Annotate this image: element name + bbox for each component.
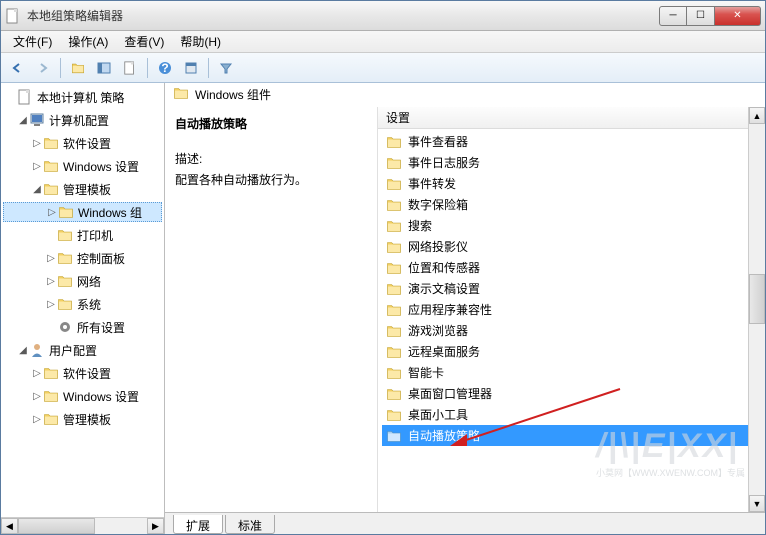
help-button[interactable]: ?: [153, 57, 177, 79]
titlebar: 本地组策略编辑器 ─ ☐ ✕: [1, 1, 765, 31]
list-item[interactable]: 应用程序兼容性: [382, 299, 761, 320]
tree-user-config[interactable]: ◢用户配置: [3, 340, 162, 360]
scroll-vthumb[interactable]: [749, 274, 765, 324]
menu-help[interactable]: 帮助(H): [172, 31, 229, 52]
menubar: 文件(F) 操作(A) 查看(V) 帮助(H): [1, 31, 765, 53]
forward-button[interactable]: [31, 57, 55, 79]
list-header[interactable]: 设置: [378, 107, 765, 129]
list-item[interactable]: 搜索: [382, 215, 761, 236]
list-item[interactable]: 自动播放策略: [382, 425, 761, 446]
tree-system[interactable]: ▷系统: [3, 294, 162, 314]
folder-icon: [386, 260, 402, 276]
detail-pane: Windows 组件 自动播放策略 描述: 配置各种自动播放行为。 设置 事件查…: [165, 83, 765, 534]
list-item[interactable]: 演示文稿设置: [382, 278, 761, 299]
tree-u-windows[interactable]: ▷Windows 设置: [3, 386, 162, 406]
tree-all-settings[interactable]: 所有设置: [3, 317, 162, 337]
tree-admin-templates[interactable]: ◢管理模板: [3, 179, 162, 199]
folder-icon: [386, 428, 402, 444]
tree-hscroll[interactable]: ◀ ▶: [1, 517, 164, 534]
scroll-left-icon[interactable]: ◀: [1, 518, 18, 534]
maximize-button[interactable]: ☐: [687, 6, 715, 26]
app-icon: [5, 8, 21, 24]
show-hide-tree-button[interactable]: [92, 57, 116, 79]
toolbar: ?: [1, 53, 765, 83]
desc-text: 配置各种自动播放行为。: [175, 171, 367, 188]
export-button[interactable]: [118, 57, 142, 79]
menu-action[interactable]: 操作(A): [60, 31, 116, 52]
tree-u-software[interactable]: ▷软件设置: [3, 363, 162, 383]
tree-network[interactable]: ▷网络: [3, 271, 162, 291]
minimize-button[interactable]: ─: [659, 6, 687, 26]
close-button[interactable]: ✕: [715, 6, 761, 26]
list-item[interactable]: 数字保险箱: [382, 194, 761, 215]
list-item[interactable]: 事件查看器: [382, 131, 761, 152]
up-button[interactable]: [66, 57, 90, 79]
folder-icon: [386, 386, 402, 402]
back-button[interactable]: [5, 57, 29, 79]
folder-icon: [386, 218, 402, 234]
scroll-up-icon[interactable]: ▲: [749, 107, 765, 124]
tree-control-panel[interactable]: ▷控制面板: [3, 248, 162, 268]
folder-icon: [386, 302, 402, 318]
tree-u-admin[interactable]: ▷管理模板: [3, 409, 162, 429]
list-item[interactable]: 桌面窗口管理器: [382, 383, 761, 404]
menu-file[interactable]: 文件(F): [5, 31, 60, 52]
folder-icon: [386, 176, 402, 192]
policy-tree[interactable]: 本地计算机 策略 ◢计算机配置 ▷软件设置 ▷Windows 设置 ◢管理模板 …: [1, 83, 164, 517]
path-label: Windows 组件: [195, 86, 271, 103]
svg-text:?: ?: [161, 61, 168, 75]
list-item[interactable]: 桌面小工具: [382, 404, 761, 425]
view-tabs: 扩展 标准: [165, 512, 765, 534]
menu-view[interactable]: 查看(V): [116, 31, 172, 52]
window-title: 本地组策略编辑器: [27, 7, 659, 24]
tree-pane: 本地计算机 策略 ◢计算机配置 ▷软件设置 ▷Windows 设置 ◢管理模板 …: [1, 83, 165, 534]
folder-icon: [386, 365, 402, 381]
list-item[interactable]: 智能卡: [382, 362, 761, 383]
list-vscroll[interactable]: ▲ ▼: [748, 107, 765, 512]
folder-icon: [386, 155, 402, 171]
scroll-thumb[interactable]: [18, 518, 95, 534]
scroll-right-icon[interactable]: ▶: [147, 518, 164, 534]
tree-printers[interactable]: 打印机: [3, 225, 162, 245]
list-item[interactable]: 远程桌面服务: [382, 341, 761, 362]
list-body[interactable]: 事件查看器事件日志服务事件转发数字保险箱搜索网络投影仪位置和传感器演示文稿设置应…: [378, 129, 765, 512]
list-item[interactable]: 位置和传感器: [382, 257, 761, 278]
folder-icon: [386, 344, 402, 360]
settings-list-pane: 设置 事件查看器事件日志服务事件转发数字保险箱搜索网络投影仪位置和传感器演示文稿…: [377, 107, 765, 512]
tree-software-settings[interactable]: ▷软件设置: [3, 133, 162, 153]
filter-button[interactable]: [214, 57, 238, 79]
main-window: 本地组策略编辑器 ─ ☐ ✕ 文件(F) 操作(A) 查看(V) 帮助(H) ?…: [0, 0, 766, 535]
folder-icon: [386, 407, 402, 423]
tab-extended[interactable]: 扩展: [173, 515, 223, 534]
scroll-down-icon[interactable]: ▼: [749, 495, 765, 512]
list-item[interactable]: 网络投影仪: [382, 236, 761, 257]
tab-standard[interactable]: 标准: [225, 515, 275, 534]
folder-icon: [386, 281, 402, 297]
tree-computer-config[interactable]: ◢计算机配置: [3, 110, 162, 130]
tree-windows-components[interactable]: ▷Windows 组: [3, 202, 162, 222]
description-pane: 自动播放策略 描述: 配置各种自动播放行为。: [165, 107, 377, 512]
properties-button[interactable]: [179, 57, 203, 79]
tree-root[interactable]: 本地计算机 策略: [3, 87, 162, 107]
folder-icon: [386, 134, 402, 150]
list-item[interactable]: 事件日志服务: [382, 152, 761, 173]
folder-icon: [386, 323, 402, 339]
tree-windows-settings[interactable]: ▷Windows 设置: [3, 156, 162, 176]
path-header: Windows 组件: [165, 83, 765, 107]
folder-icon: [386, 239, 402, 255]
folder-icon: [173, 85, 189, 104]
desc-label: 描述:: [175, 150, 367, 167]
folder-icon: [386, 197, 402, 213]
desc-heading: 自动播放策略: [175, 115, 367, 132]
list-item[interactable]: 游戏浏览器: [382, 320, 761, 341]
list-item[interactable]: 事件转发: [382, 173, 761, 194]
